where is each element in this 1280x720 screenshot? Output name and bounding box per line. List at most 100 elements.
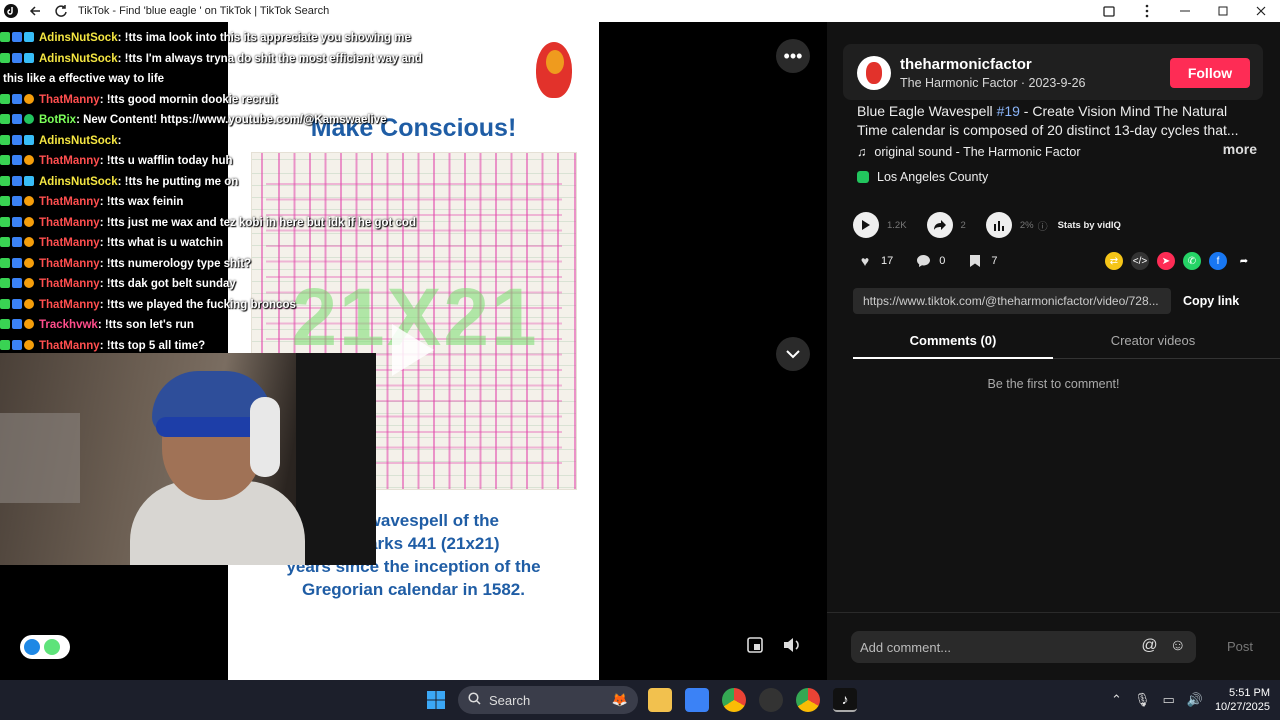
chrome-icon[interactable]: [722, 688, 746, 712]
chat-badges-icon: [0, 110, 36, 131]
facebook-icon[interactable]: f: [1209, 252, 1227, 270]
avatar[interactable]: [857, 56, 891, 90]
back-button[interactable]: [22, 0, 48, 22]
tiktok-logo-icon: [0, 0, 22, 22]
stream-widget[interactable]: [20, 635, 70, 659]
chat-text: : !tts top 5 all time?: [99, 339, 206, 352]
volume-icon[interactable]: [781, 635, 803, 655]
whatsapp-icon[interactable]: ✆: [1183, 252, 1201, 270]
chat-message: this like a effective way to life: [0, 69, 440, 90]
play-count-icon: [853, 212, 879, 238]
more-button[interactable]: more: [1223, 140, 1257, 159]
windows-taskbar: Search 🦊 ♪ ⌃ 🎙 ▭ 🔊 5:51 PM 10/27/2025: [0, 680, 1280, 720]
chevron-down-icon[interactable]: [776, 337, 810, 371]
chat-badges-icon: [0, 213, 36, 234]
video-link-field[interactable]: https://www.tiktok.com/@theharmonicfacto…: [853, 288, 1171, 314]
chat-username[interactable]: ThatManny: [39, 217, 100, 229]
chat-username[interactable]: ThatManny: [39, 155, 100, 167]
chat-username[interactable]: AdinsNutSock: [39, 32, 118, 44]
tab-bar: Comments (0) Creator videos: [853, 329, 1280, 359]
chat-username[interactable]: BotRix: [39, 114, 76, 126]
chat-message: BotRix: New Content! https://www.youtube…: [0, 110, 440, 131]
picture-in-picture-icon[interactable]: [745, 635, 765, 655]
comment-icon[interactable]: [915, 253, 931, 269]
chat-username[interactable]: ThatManny: [39, 278, 100, 290]
extensions-icon[interactable]: [1090, 0, 1128, 22]
chat-badges-icon: [0, 49, 36, 70]
file-explorer-icon[interactable]: [648, 688, 672, 712]
menu-kebab-icon[interactable]: [1128, 0, 1166, 22]
chat-message: ThatManny: !tts good mornin dookie recru…: [0, 90, 440, 111]
clock[interactable]: 5:51 PM 10/27/2025: [1215, 686, 1270, 714]
chat-username[interactable]: ThatManny: [39, 299, 100, 311]
location-row[interactable]: Los Angeles County: [857, 170, 988, 184]
reload-button[interactable]: [48, 0, 74, 22]
speaker-icon[interactable]: 🔊: [1187, 692, 1203, 708]
chrome-profile-icon[interactable]: [796, 688, 820, 712]
bookmark-icon[interactable]: [967, 253, 983, 269]
search-label: Search: [489, 692, 531, 708]
streamer-image: [130, 371, 305, 565]
music-title[interactable]: original sound - The Harmonic Factor: [874, 145, 1080, 159]
chat-username[interactable]: Trackhvwk: [39, 319, 98, 331]
tab-comments[interactable]: Comments (0): [853, 329, 1053, 359]
comment-input[interactable]: Add comment... @ ☺: [851, 631, 1196, 663]
chat-username[interactable]: ThatManny: [39, 237, 100, 249]
chat-username[interactable]: ThatManny: [39, 258, 100, 270]
taskbar-search[interactable]: Search 🦊: [458, 686, 638, 714]
chat-text: : New Content! https://www.youtube.com/@…: [76, 114, 387, 126]
emoji-icon[interactable]: ☺: [1170, 637, 1186, 655]
chat-badges-icon: [0, 90, 36, 111]
widget-power-icon[interactable]: [44, 639, 60, 655]
chat-username[interactable]: AdinsNutSock: [39, 176, 118, 188]
tab-creator-videos[interactable]: Creator videos: [1053, 329, 1253, 359]
chat-username[interactable]: AdinsNutSock: [39, 53, 118, 65]
microphone-icon[interactable]: 🎙: [1134, 692, 1151, 708]
comment-bar: Add comment... @ ☺ Post: [827, 612, 1280, 680]
chat-message: ThatManny: !tts what is u watchin: [0, 233, 440, 254]
chat-badges-icon: [0, 336, 36, 357]
chat-username[interactable]: ThatManny: [39, 196, 100, 208]
embed-icon[interactable]: </>: [1131, 252, 1149, 270]
link-row: https://www.tiktok.com/@theharmonicfacto…: [853, 288, 1253, 314]
display-icon[interactable]: ▭: [1162, 692, 1174, 708]
maximize-button[interactable]: [1204, 0, 1242, 22]
minimize-button[interactable]: [1166, 0, 1204, 22]
location-label[interactable]: Los Angeles County: [877, 170, 988, 184]
share-arrow-icon[interactable]: ➦: [1235, 252, 1253, 270]
chat-message: ThatManny: !tts top 5 all time?: [0, 336, 440, 357]
chat-username[interactable]: AdinsNutSock: [39, 135, 118, 147]
stream-chat: AdinsNutSock: !tts ima look into this it…: [0, 28, 440, 356]
chevron-up-icon[interactable]: ⌃: [1111, 692, 1122, 708]
copy-link-button[interactable]: Copy link: [1183, 294, 1239, 308]
author-handle[interactable]: theharmonicfactor: [900, 56, 1032, 73]
repost-icon[interactable]: ⇄: [1105, 252, 1123, 270]
windows-start-icon[interactable]: [424, 688, 448, 712]
microsoft-store-icon[interactable]: [685, 688, 709, 712]
chat-message: ThatManny: !tts u wafflin today huh: [0, 151, 440, 172]
chat-username[interactable]: ThatManny: [39, 94, 100, 106]
mention-icon[interactable]: @: [1141, 637, 1157, 655]
send-icon[interactable]: ➤: [1157, 252, 1175, 270]
post-button[interactable]: Post: [1227, 639, 1253, 654]
chat-message: ThatManny: !tts we played the fucking br…: [0, 295, 440, 316]
chat-badges-icon: [0, 274, 36, 295]
heart-icon[interactable]: ♥: [857, 253, 873, 269]
chat-message: AdinsNutSock: !tts I'm always tryna do s…: [0, 49, 440, 70]
hashtag-link[interactable]: #19: [997, 103, 1020, 119]
chat-text: :: [117, 134, 122, 147]
video-details-panel: theharmonicfactor The Harmonic Factor · …: [827, 22, 1280, 680]
info-icon[interactable]: ⓘ: [1038, 218, 1048, 233]
chat-username[interactable]: ThatManny: [39, 340, 100, 352]
share-count-icon: [926, 212, 953, 238]
video-side-panel: •••: [599, 22, 827, 680]
save-count: 7: [991, 255, 998, 267]
music-row[interactable]: ♫ original sound - The Harmonic Factor: [857, 145, 1081, 159]
follow-button[interactable]: Follow: [1170, 58, 1250, 88]
chat-text: : !tts good mornin dookie recruit: [99, 93, 278, 106]
tiktok-taskbar-icon[interactable]: ♪: [833, 688, 857, 712]
window-title: TikTok - Find 'blue eagle ' on TikTok | …: [78, 5, 330, 17]
more-options-icon[interactable]: •••: [776, 39, 810, 73]
obs-icon[interactable]: [759, 688, 783, 712]
close-button[interactable]: [1242, 0, 1280, 22]
